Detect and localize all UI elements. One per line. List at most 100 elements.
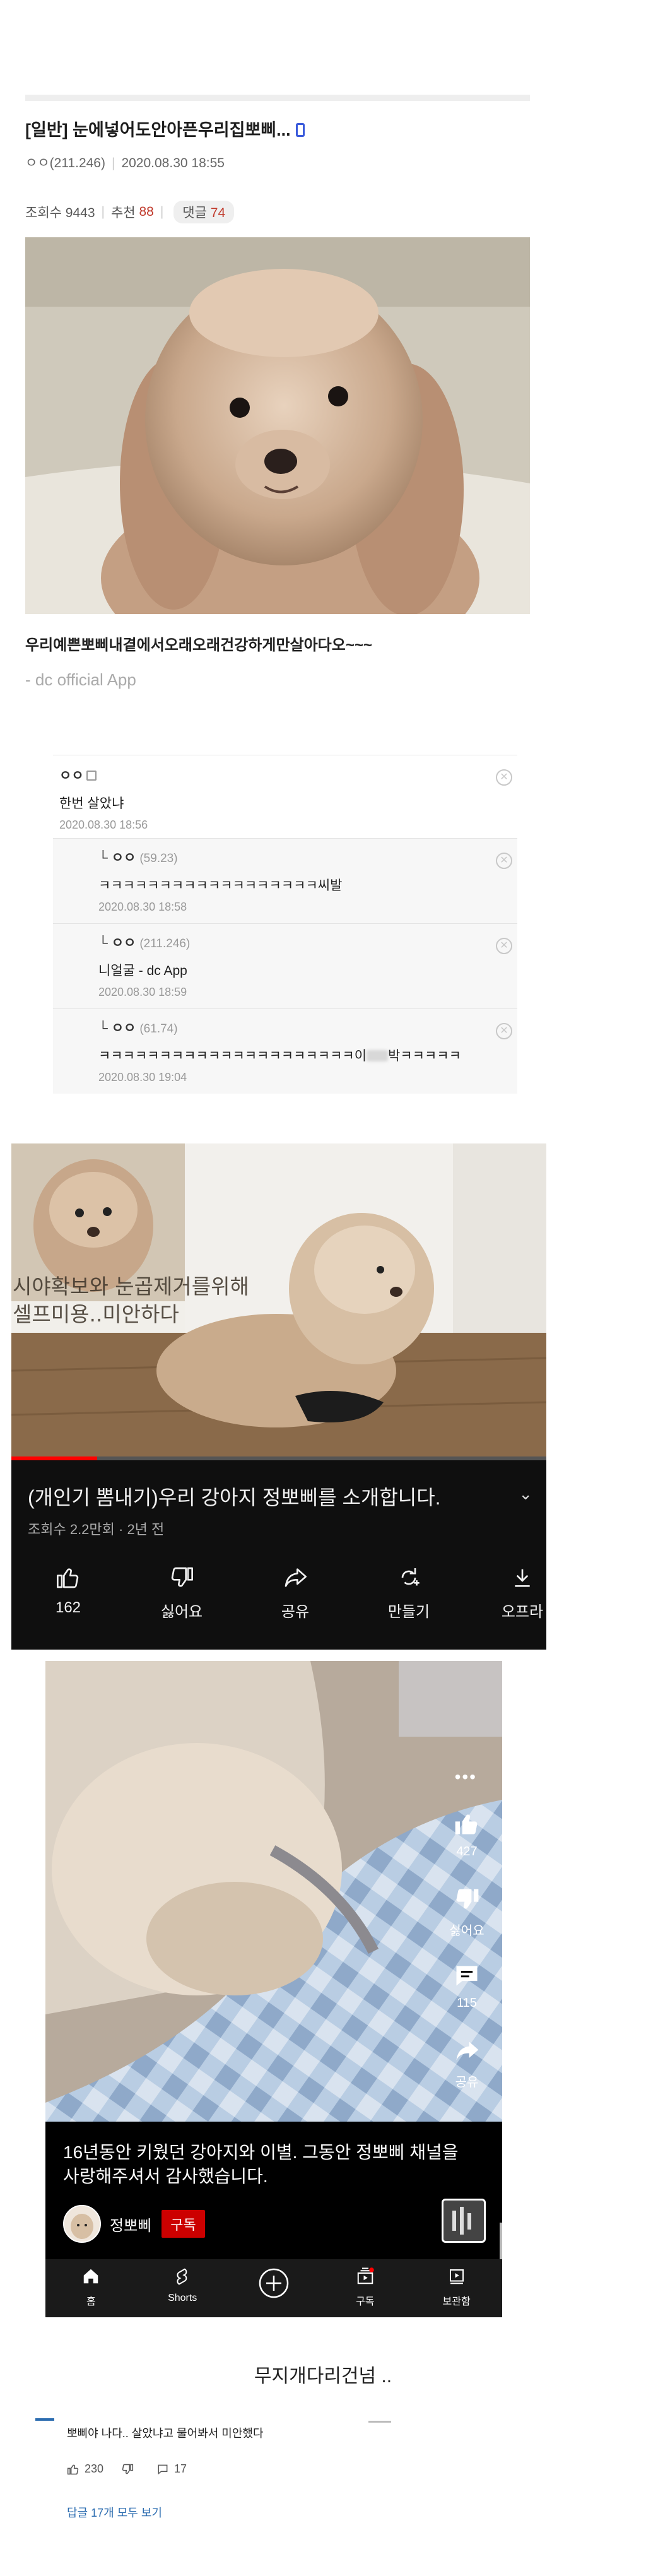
thumbs-down-icon	[122, 2464, 134, 2474]
shorts-share-label: 공유	[455, 2076, 479, 2089]
reply-author[interactable]: └ ㅇㅇ (59.23)	[98, 848, 517, 866]
video-action-bar: 162 싫어요 공유 만들기 오프라	[11, 1565, 546, 1621]
comment-dislike-button[interactable]	[121, 2463, 139, 2476]
thumbs-down-icon	[171, 1567, 193, 1587]
comment-actions: 230 17	[67, 2462, 204, 2476]
channel-name[interactable]: 정뽀삐	[110, 2213, 151, 2235]
comment-like-count: 230	[85, 2462, 104, 2475]
reply-text-part: ㅋㅋㅋㅋㅋㅋㅋㅋㅋㅋㅋㅋㅋㅋㅋㅋㅋㅋㅋㅋㅋ이	[98, 1049, 367, 1063]
view-replies-link[interactable]: 답글 17개 모두 보기	[67, 2504, 162, 2520]
download-button[interactable]: 오프라	[466, 1565, 546, 1621]
shorts-comment-button[interactable]: 115	[447, 1961, 487, 2011]
nav-subscriptions[interactable]: 구독	[319, 2259, 411, 2317]
nav-shorts-label: Shorts	[168, 2293, 197, 2303]
reply-item: └ ㅇㅇ (59.23) ㅋㅋㅋㅋㅋㅋㅋㅋㅋㅋㅋㅋㅋㅋㅋㅋㅋㅋ씨발 2020.08…	[53, 838, 517, 923]
comment-date: 2020.08.30 18:56	[59, 818, 148, 831]
create-plus-icon	[259, 2268, 289, 2298]
remix-label: 만들기	[387, 1604, 430, 1621]
shorts-like-button[interactable]: 427	[447, 1810, 487, 1859]
nav-home[interactable]: 홈	[45, 2259, 137, 2317]
stats-separator: |	[101, 204, 105, 219]
reply-author[interactable]: └ ㅇㅇ (61.74)	[98, 1018, 517, 1037]
delete-comment-icon[interactable]: ✕	[496, 853, 512, 869]
reply-author[interactable]: └ ㅇㅇ (211.246)	[98, 933, 517, 952]
share-label: 공유	[281, 1604, 310, 1621]
delete-comment-icon[interactable]: ✕	[496, 769, 512, 786]
video-overlay-caption: 셀프미용..미안하다	[13, 1302, 179, 1326]
reply-arrow-icon: └	[98, 1021, 112, 1036]
share-icon	[456, 2041, 479, 2060]
post-author[interactable]: ㅇㅇ(211.246)	[25, 156, 105, 170]
reply-nick: ㅇㅇ	[111, 936, 136, 950]
download-icon	[515, 1569, 530, 1587]
bottom-navigation: 홈 Shorts 구독 보관함	[45, 2259, 502, 2317]
delete-comment-icon[interactable]: ✕	[496, 938, 512, 954]
thumbs-up-icon	[455, 1814, 478, 1835]
shorts-channel-row: 정뽀삐 구독	[63, 2205, 205, 2243]
nav-library-label: 보관함	[442, 2296, 471, 2307]
comment-item: ㅇㅇ 한번 살았냐 2020.08.30 18:56 ✕	[53, 755, 517, 838]
reply-nick: ㅇㅇ	[111, 1021, 136, 1036]
rainbow-bridge-caption: 무지개다리건넘 ..	[254, 2366, 392, 2387]
reply-date: 2020.08.30 18:59	[98, 986, 187, 998]
post-title-text: [일반] 눈에넣어도안아픈우리집뽀삐...	[25, 121, 291, 139]
nav-create[interactable]	[228, 2259, 320, 2317]
comment-reply-button[interactable]: 17	[156, 2462, 187, 2476]
shorts-share-button[interactable]: 공유	[447, 2037, 487, 2090]
shorts-caption: 16년동안 키웠던 강아지와 이별. 그동안 정뽀삐 채널을 사랑해주셔서 감사…	[63, 2142, 459, 2186]
reply-text: 니얼굴 - dc App	[98, 964, 187, 978]
post-date: 2020.08.30 18:55	[121, 156, 225, 170]
delete-comment-icon[interactable]: ✕	[496, 1023, 512, 1039]
comment-like-button[interactable]: 230	[67, 2462, 103, 2476]
like-button[interactable]: 162	[11, 1565, 125, 1621]
comment-text: 한번 살았냐	[59, 796, 124, 811]
youtube-video-panel: 시야확보와 눈곱제거를위해 셀프미용..미안하다 (개인기 뽐내기)우리 강아지…	[11, 1143, 546, 1650]
dislike-button[interactable]: 싫어요	[125, 1565, 238, 1621]
shorts-icon	[177, 2268, 187, 2285]
subscribe-button[interactable]: 구독	[162, 2210, 205, 2238]
post-meta: ㅇㅇ(211.246) | 2020.08.30 18:55	[25, 153, 225, 172]
comment-reply-count: 17	[174, 2462, 187, 2475]
reply-date: 2020.08.30 18:58	[98, 901, 187, 913]
shorts-comment-count: 115	[457, 1996, 477, 2010]
shorts-dislike-label: 싫어요	[449, 1924, 484, 1938]
nav-library[interactable]: 보관함	[411, 2259, 502, 2317]
video-progress-bar[interactable]	[11, 1456, 546, 1460]
chevron-down-icon[interactable]: ⌄	[519, 1484, 532, 1504]
comment-nick: ㅇㅇ	[59, 769, 84, 783]
youtube-shorts-panel: ••• 427 싫어요 115 공유 16년동안 키웠던 강아지와 이별. 그동…	[45, 1661, 502, 2317]
home-icon	[84, 2269, 98, 2284]
reply-ip: (61.74)	[139, 1022, 178, 1036]
reply-item: └ ㅇㅇ (61.74) ㅋㅋㅋㅋㅋㅋㅋㅋㅋㅋㅋㅋㅋㅋㅋㅋㅋㅋㅋㅋㅋ이 박ㅋㅋㅋㅋㅋ…	[53, 1008, 517, 1094]
shorts-dislike-button[interactable]: 싫어요	[447, 1886, 487, 1939]
comment-text: 뽀삐야 나다.. 살았냐고 물어봐서 미안했다	[67, 2427, 264, 2440]
channel-avatar[interactable]	[63, 2205, 101, 2243]
library-icon	[449, 2269, 464, 2284]
memo-icon	[86, 771, 97, 781]
stats-separator: |	[160, 204, 164, 219]
video-thumbnail[interactable]: 시야확보와 눈곱제거를위해 셀프미용..미안하다	[11, 1143, 546, 1459]
music-thumbnail-icon[interactable]	[442, 2199, 486, 2243]
remix-button[interactable]: 만들기	[352, 1565, 466, 1621]
more-options-icon[interactable]: •••	[455, 1767, 477, 1787]
video-progress-fill	[11, 1456, 97, 1460]
shorts-video-frame[interactable]	[45, 1661, 502, 2122]
shorts-like-count: 427	[456, 1845, 478, 1858]
post-stats: 조회수 9443 | 추천 88 | 댓글 74	[25, 201, 235, 223]
comment-label: 댓글	[182, 206, 207, 220]
nav-shorts[interactable]: Shorts	[137, 2259, 228, 2317]
dog-photo-illustration	[25, 237, 530, 614]
reply-arrow-icon: └	[98, 851, 112, 865]
share-icon	[285, 1568, 307, 1587]
video-overlay-caption: 시야확보와 눈곱제거를위해	[13, 1274, 249, 1299]
post-dog-photo	[25, 237, 530, 614]
video-title: (개인기 뽐내기)우리 강아지 정뽀삐를 소개합니다.	[28, 1486, 441, 1509]
reply-ip: (211.246)	[139, 937, 191, 950]
dislike-label: 싫어요	[160, 1604, 203, 1621]
share-button[interactable]: 공유	[238, 1565, 352, 1621]
comment-author[interactable]: ㅇㅇ	[59, 765, 517, 784]
reply-text-part: 박ㅋㅋㅋㅋㅋ	[388, 1049, 461, 1063]
nav-subscriptions-label: 구독	[356, 2296, 375, 2307]
thumbs-up-icon	[57, 1568, 79, 1588]
comment-count-badge[interactable]: 댓글 74	[173, 201, 235, 223]
